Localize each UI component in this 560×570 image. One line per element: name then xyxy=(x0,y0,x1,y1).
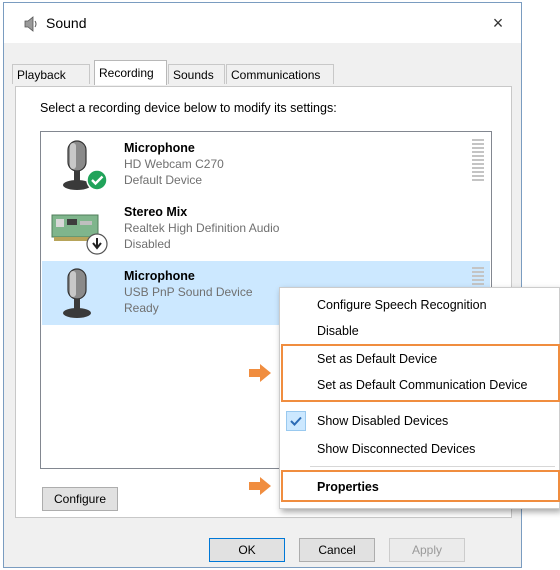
ok-button[interactable]: OK xyxy=(209,538,285,562)
orange-arrow-icon xyxy=(249,364,271,382)
device-description: Realtek High Definition Audio xyxy=(124,221,280,235)
menu-item-show-disconnected-devices[interactable]: Show Disconnected Devices xyxy=(280,438,559,460)
highlight-box-properties xyxy=(281,470,560,502)
speaker-icon xyxy=(24,16,37,32)
tab-playback[interactable]: Playback xyxy=(12,64,90,84)
menu-item-show-disabled-devices[interactable]: Show Disabled Devices xyxy=(280,410,559,432)
configure-button[interactable]: Configure xyxy=(42,487,118,511)
title-bar: Sound × xyxy=(4,3,521,43)
level-meter xyxy=(472,139,484,183)
device-name: Microphone xyxy=(124,269,195,283)
device-status: Ready xyxy=(124,301,159,315)
cancel-button[interactable]: Cancel xyxy=(299,538,375,562)
list-item[interactable]: Stereo Mix Realtek High Definition Audio… xyxy=(42,197,490,261)
device-description: HD Webcam C270 xyxy=(124,157,224,171)
apply-button[interactable]: Apply xyxy=(389,538,465,562)
close-icon: × xyxy=(492,12,504,33)
menu-separator xyxy=(310,466,555,467)
highlight-box-default-options xyxy=(281,344,560,402)
device-status: Default Device xyxy=(124,173,203,187)
menu-item-disable[interactable]: Disable xyxy=(280,320,559,342)
list-item[interactable]: Microphone HD Webcam C270 Default Device xyxy=(42,133,490,197)
device-description: USB PnP Sound Device xyxy=(124,285,253,299)
tab-communications[interactable]: Communications xyxy=(226,64,334,84)
instruction-text: Select a recording device below to modif… xyxy=(40,101,337,115)
menu-item-configure-speech-recognition[interactable]: Configure Speech Recognition xyxy=(280,294,559,316)
default-check-icon xyxy=(86,169,108,191)
window-title: Sound xyxy=(46,15,87,31)
orange-arrow-icon xyxy=(249,477,271,495)
device-status: Disabled xyxy=(124,237,171,251)
device-name: Stereo Mix xyxy=(124,205,188,219)
microphone-icon xyxy=(63,268,91,318)
disabled-arrow-icon xyxy=(86,233,108,255)
tab-sounds[interactable]: Sounds xyxy=(168,64,225,84)
menu-item-label: Show Disabled Devices xyxy=(317,414,449,428)
device-name: Microphone xyxy=(124,141,195,155)
tab-recording[interactable]: Recording xyxy=(94,60,167,85)
close-button[interactable]: × xyxy=(475,3,521,43)
checkmark-icon xyxy=(286,411,306,431)
